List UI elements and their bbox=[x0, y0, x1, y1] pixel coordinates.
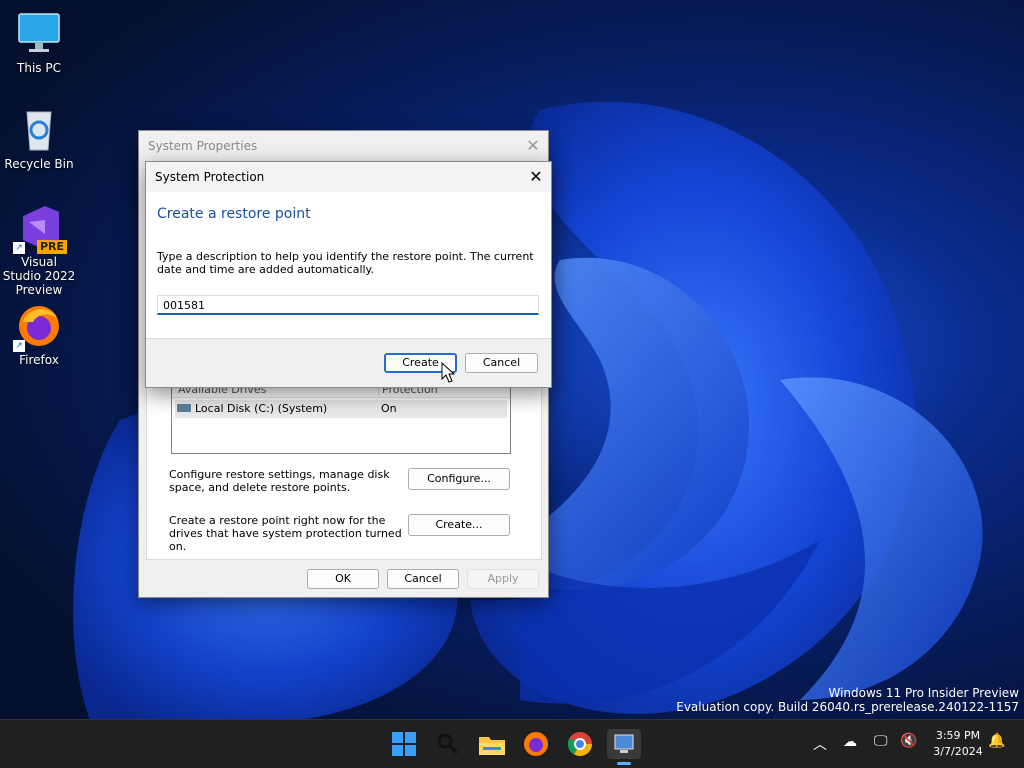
shortcut-arrow-icon: ↗ bbox=[13, 340, 25, 352]
clock-time: 3:59 PM bbox=[935, 729, 981, 742]
visual-studio-icon: PRE ↗ bbox=[13, 204, 67, 254]
start-button[interactable] bbox=[389, 729, 419, 759]
recycle-bin-icon bbox=[15, 106, 63, 154]
taskbar: ︿ ☁ 🖵 🔇 3:59 PM 3/7/2024 🔔 bbox=[0, 719, 1024, 768]
ok-button[interactable]: OK bbox=[307, 569, 379, 589]
evaluation-watermark: Windows 11 Pro Insider Preview Evaluatio… bbox=[676, 686, 1019, 714]
system-protection-title: System Protection bbox=[155, 170, 265, 184]
monitor-icon bbox=[15, 10, 63, 58]
cloud-offline-icon[interactable]: ☁ bbox=[843, 734, 857, 750]
desktop-icon-recycle-bin[interactable]: Recycle Bin bbox=[2, 106, 76, 171]
drives-list[interactable]: Available Drives Protection Local Disk (… bbox=[171, 382, 511, 454]
firefox-icon bbox=[524, 732, 548, 756]
chrome-icon bbox=[567, 732, 592, 757]
system-protection-titlebar: System Protection ✕ bbox=[146, 162, 551, 192]
drive-protection: On bbox=[381, 402, 397, 415]
cancel-button[interactable]: Cancel bbox=[387, 569, 459, 589]
desktop-icon-label: This PC bbox=[17, 61, 61, 75]
shortcut-arrow-icon: ↗ bbox=[13, 242, 25, 254]
system-properties-title: System Properties bbox=[148, 139, 258, 153]
taskbar-file-explorer[interactable] bbox=[477, 729, 507, 759]
configure-description: Configure restore settings, manage disk … bbox=[169, 468, 390, 494]
volume-muted-icon[interactable]: 🔇 bbox=[900, 733, 917, 749]
desktop-icon-label: Recycle Bin bbox=[4, 157, 74, 171]
close-icon[interactable]: ✕ bbox=[521, 162, 551, 192]
clock[interactable]: 3:59 PM 3/7/2024 bbox=[928, 728, 988, 760]
input-value: 001581 bbox=[163, 299, 205, 312]
system-protection-dialog: System Protection ✕ Create a restore poi… bbox=[145, 161, 552, 388]
notifications-bell-icon[interactable]: 🔔 bbox=[988, 733, 1005, 749]
dialog-content: Create a restore point Type a descriptio… bbox=[146, 192, 551, 338]
watermark-line2: Evaluation copy. Build 26040.rs_prerelea… bbox=[676, 700, 1019, 714]
create-description: Create a restore point right now for the… bbox=[169, 514, 402, 553]
desktop-icon-label: Visual Studio 2022 Preview bbox=[2, 255, 76, 297]
pre-badge: PRE bbox=[36, 240, 67, 254]
taskbar-firefox[interactable] bbox=[521, 729, 551, 759]
network-icon[interactable]: 🖵 bbox=[874, 733, 888, 749]
restore-point-description-input[interactable]: 001581 bbox=[157, 295, 539, 315]
configure-button[interactable]: Configure... bbox=[408, 468, 510, 490]
dialog-description: Type a description to help you identify … bbox=[157, 250, 534, 276]
show-hidden-icons-chevron-icon[interactable]: ︿ bbox=[813, 734, 827, 754]
system-properties-titlebar: System Properties ✕ bbox=[139, 131, 548, 161]
table-row[interactable]: Local Disk (C:) (System) On bbox=[175, 400, 507, 418]
create-restore-point-button[interactable]: Create... bbox=[408, 514, 510, 536]
taskbar-system-properties[interactable] bbox=[607, 729, 641, 765]
cancel-button[interactable]: Cancel bbox=[465, 353, 538, 373]
system-properties-icon bbox=[614, 734, 634, 753]
search-icon bbox=[437, 733, 459, 755]
mouse-cursor-icon bbox=[441, 362, 455, 383]
dialog-heading: Create a restore point bbox=[157, 206, 311, 222]
windows-logo-icon bbox=[392, 732, 416, 756]
firefox-icon: ↗ bbox=[13, 302, 63, 352]
drive-icon bbox=[177, 404, 191, 412]
desktop-icon-visual-studio[interactable]: PRE ↗ Visual Studio 2022 Preview bbox=[2, 204, 76, 297]
taskbar-chrome[interactable] bbox=[565, 729, 595, 759]
active-app-indicator bbox=[617, 762, 631, 765]
search-button[interactable] bbox=[433, 729, 463, 759]
clock-date: 3/7/2024 bbox=[933, 745, 983, 758]
close-icon[interactable]: ✕ bbox=[518, 131, 548, 161]
desktop-icon-label: Firefox bbox=[19, 353, 59, 367]
drive-name: Local Disk (C:) (System) bbox=[195, 402, 328, 415]
folder-icon bbox=[479, 737, 505, 755]
divider bbox=[146, 338, 551, 339]
apply-button[interactable]: Apply bbox=[467, 569, 539, 589]
desktop-icon-this-pc[interactable]: This PC bbox=[2, 10, 76, 75]
watermark-line1: Windows 11 Pro Insider Preview bbox=[828, 686, 1019, 700]
desktop-icon-firefox[interactable]: ↗ Firefox bbox=[2, 302, 76, 367]
